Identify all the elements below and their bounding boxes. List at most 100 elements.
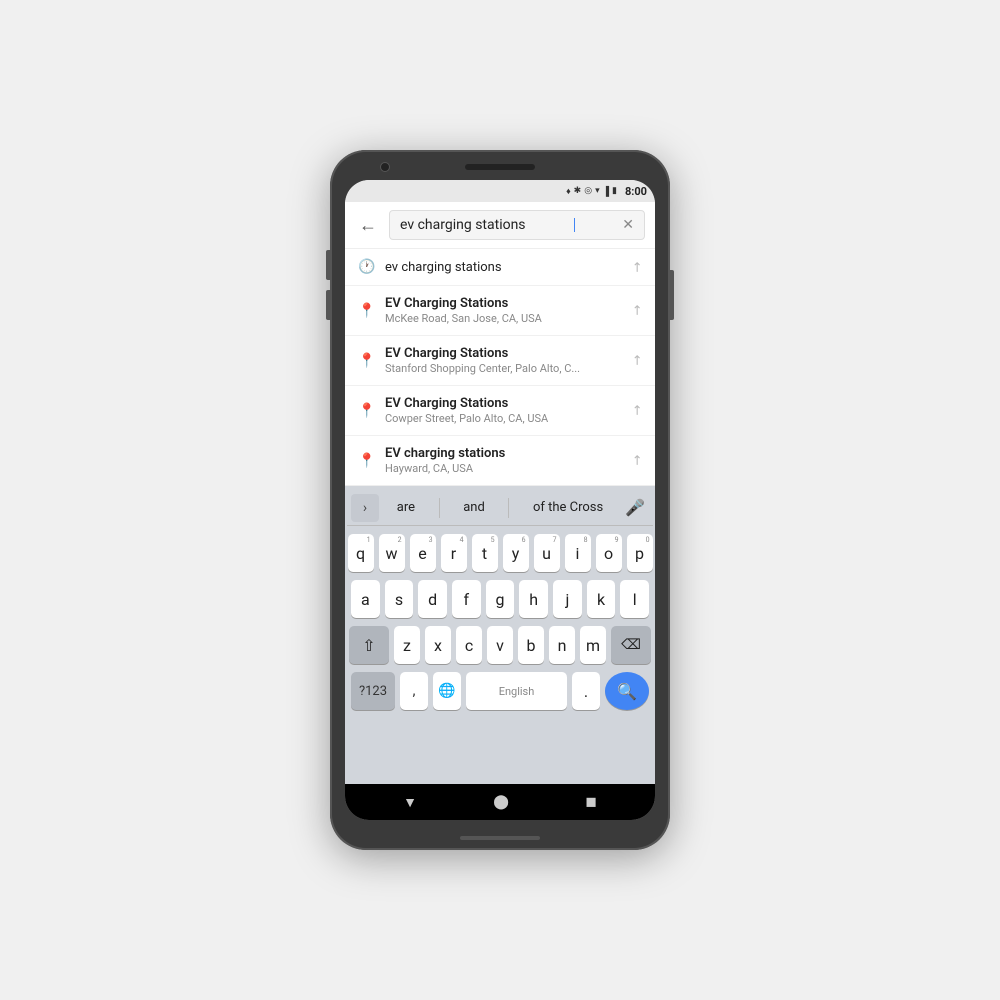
phone-camera	[380, 162, 390, 172]
suggestion-subtitle: McKee Road, San Jose, CA, USA	[385, 312, 624, 325]
key-j[interactable]: j	[553, 580, 582, 618]
suggestion-item[interactable]: 🕐 ev charging stations ↗	[345, 249, 655, 286]
key-rows: 1q 2w 3e 4r 5t 6y 7u 8i 9o 0p a s	[347, 526, 653, 782]
location-icon: ♦	[566, 186, 571, 197]
back-button[interactable]: ←	[355, 213, 381, 238]
key-i[interactable]: 8i	[565, 534, 591, 572]
word-suggestion-items: are and of the Cross	[381, 496, 619, 519]
key-g[interactable]: g	[486, 580, 515, 618]
suggestion-item[interactable]: 📍 EV Charging Stations Cowper Street, Pa…	[345, 386, 655, 436]
status-icons: ♦ ✱ ◎ ▾ ▐ ▮	[566, 186, 617, 197]
key-n[interactable]: n	[549, 626, 575, 664]
clear-search-button[interactable]: ✕	[622, 217, 634, 233]
spacebar[interactable]: English	[466, 672, 567, 710]
search-query-text: ev charging stations	[400, 217, 526, 233]
pin-icon: 📍	[357, 453, 377, 469]
text-cursor	[574, 218, 575, 232]
numbers-key[interactable]: ?123	[351, 672, 395, 710]
keyboard-area: › are and of the Cross 🎤 1q 2w	[345, 486, 655, 784]
suggestion-title: EV Charging Stations	[385, 296, 624, 311]
search-input-box[interactable]: ev charging stations ✕	[389, 210, 645, 240]
key-p[interactable]: 0p	[627, 534, 653, 572]
status-time: 8:00	[625, 185, 647, 198]
bluetooth-icon: ✱	[574, 186, 582, 196]
comma-key[interactable]: ,	[400, 672, 428, 710]
suggestion-content: EV charging stations Hayward, CA, USA	[377, 446, 632, 475]
key-x[interactable]: x	[425, 626, 451, 664]
battery-icon: ▮	[612, 186, 617, 196]
suggestion-subtitle: Cowper Street, Palo Alto, CA, USA	[385, 412, 624, 425]
key-c[interactable]: c	[456, 626, 482, 664]
key-o[interactable]: 9o	[596, 534, 622, 572]
keyboard-row-1: 1q 2w 3e 4r 5t 6y 7u 8i 9o 0p	[351, 534, 649, 572]
suggestion-content: ev charging stations	[377, 260, 632, 275]
nav-back-button[interactable]: ▼	[395, 790, 425, 815]
suggestion-item[interactable]: 📍 EV charging stations Hayward, CA, USA …	[345, 436, 655, 485]
keyboard-row-2: a s d f g h j k l	[351, 580, 649, 618]
suggestion-subtitle: Stanford Shopping Center, Palo Alto, C..…	[385, 362, 624, 375]
word-suggestion-cross[interactable]: of the Cross	[525, 496, 611, 519]
key-h[interactable]: h	[519, 580, 548, 618]
suggestion-subtitle: Hayward, CA, USA	[385, 462, 624, 475]
keyboard-row-bottom: ?123 , 🌐 English . 🔍	[351, 672, 649, 710]
word-suggestion-are[interactable]: are	[389, 496, 423, 519]
suggestion-item[interactable]: 📍 EV Charging Stations McKee Road, San J…	[345, 286, 655, 336]
phone-screen: ♦ ✱ ◎ ▾ ▐ ▮ 8:00 ← ev charging stations …	[345, 180, 655, 820]
key-e[interactable]: 3e	[410, 534, 436, 572]
key-r[interactable]: 4r	[441, 534, 467, 572]
search-bar: ← ev charging stations ✕	[345, 202, 655, 249]
key-a[interactable]: a	[351, 580, 380, 618]
suggestions-list: 🕐 ev charging stations ↗ 📍 EV Charging S…	[345, 249, 655, 486]
key-v[interactable]: v	[487, 626, 513, 664]
pin-icon: 📍	[357, 403, 377, 419]
key-b[interactable]: b	[518, 626, 544, 664]
word-suggestion-and[interactable]: and	[455, 496, 493, 519]
key-z[interactable]: z	[394, 626, 420, 664]
key-q[interactable]: 1q	[348, 534, 374, 572]
volume-down-button[interactable]	[326, 290, 330, 320]
phone-speaker	[465, 164, 535, 170]
key-t[interactable]: 5t	[472, 534, 498, 572]
suggestion-content: EV Charging Stations McKee Road, San Jos…	[377, 296, 632, 325]
wifi-icon: ▾	[595, 186, 600, 196]
shift-key[interactable]: ⇧	[349, 626, 389, 664]
expand-suggestions-button[interactable]: ›	[351, 494, 379, 522]
keyboard-row-3: ⇧ z x c v b n m ⌫	[351, 626, 649, 664]
suggestion-item[interactable]: 📍 EV Charging Stations Stanford Shopping…	[345, 336, 655, 386]
suggestion-title: EV charging stations	[385, 446, 624, 461]
circle-icon: ◎	[584, 186, 592, 196]
key-s[interactable]: s	[385, 580, 414, 618]
key-w[interactable]: 2w	[379, 534, 405, 572]
pin-icon: 📍	[357, 353, 377, 369]
key-k[interactable]: k	[587, 580, 616, 618]
word-suggestions-bar: › are and of the Cross 🎤	[347, 490, 653, 526]
suggestion-title: EV Charging Stations	[385, 346, 624, 361]
pin-icon: 📍	[357, 303, 377, 319]
key-y[interactable]: 6y	[503, 534, 529, 572]
key-d[interactable]: d	[418, 580, 447, 618]
backspace-key[interactable]: ⌫	[611, 626, 651, 664]
navigation-bar: ▼ ⬤ ◼	[345, 784, 655, 820]
key-f[interactable]: f	[452, 580, 481, 618]
nav-recents-button[interactable]: ◼	[577, 790, 605, 814]
suggestion-content: EV Charging Stations Cowper Street, Palo…	[377, 396, 632, 425]
power-button[interactable]	[670, 270, 674, 320]
screen-content: ♦ ✱ ◎ ▾ ▐ ▮ 8:00 ← ev charging stations …	[345, 180, 655, 820]
status-bar: ♦ ✱ ◎ ▾ ▐ ▮ 8:00	[345, 180, 655, 202]
bottom-bar	[460, 836, 540, 840]
signal-icon: ▐	[603, 186, 609, 197]
key-m[interactable]: m	[580, 626, 606, 664]
divider	[439, 498, 440, 518]
key-l[interactable]: l	[620, 580, 649, 618]
suggestion-title: EV Charging Stations	[385, 396, 624, 411]
suggestion-title: ev charging stations	[385, 260, 624, 275]
key-u[interactable]: 7u	[534, 534, 560, 572]
volume-up-button[interactable]	[326, 250, 330, 280]
nav-home-button[interactable]: ⬤	[485, 790, 517, 814]
microphone-button[interactable]: 🎤	[621, 494, 649, 522]
globe-key[interactable]: 🌐	[433, 672, 461, 710]
clock-icon: 🕐	[357, 259, 377, 275]
suggestion-content: EV Charging Stations Stanford Shopping C…	[377, 346, 632, 375]
search-key[interactable]: 🔍	[605, 672, 649, 710]
period-key[interactable]: .	[572, 672, 600, 710]
